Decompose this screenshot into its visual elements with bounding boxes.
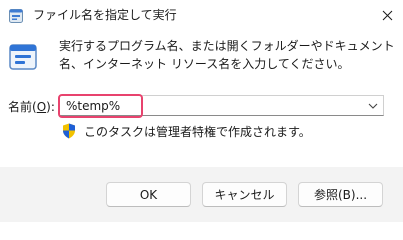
open-label-suffix: ): [46,100,55,114]
admin-privilege-note: このタスクは管理者特権で作成されます。 [84,125,311,139]
open-label-accesskey: O [36,100,47,114]
open-input[interactable] [62,96,370,115]
chevron-down-icon[interactable] [363,96,383,115]
run-dialog: ファイル名を指定して実行 実行するプログラム名、または開くフォルダーやドキュメン… [0,0,403,222]
ok-button[interactable]: OK [106,182,191,207]
title-bar: ファイル名を指定して実行 [0,0,403,31]
open-label: 名前(O): [8,99,55,115]
run-app-icon [9,44,37,70]
browse-button[interactable]: 参照(B)... [298,182,383,207]
dialog-description: 実行するプログラム名、または開くフォルダーやドキュメント名、インターネット リソ… [59,39,395,71]
cancel-button[interactable]: キャンセル [202,182,287,207]
open-label-text: 名前( [8,100,37,114]
run-dialog-icon [9,9,23,23]
close-icon[interactable] [373,0,403,31]
open-combobox[interactable] [59,95,384,116]
uac-shield-icon [63,123,75,139]
window-title: ファイル名を指定して実行 [33,8,177,22]
